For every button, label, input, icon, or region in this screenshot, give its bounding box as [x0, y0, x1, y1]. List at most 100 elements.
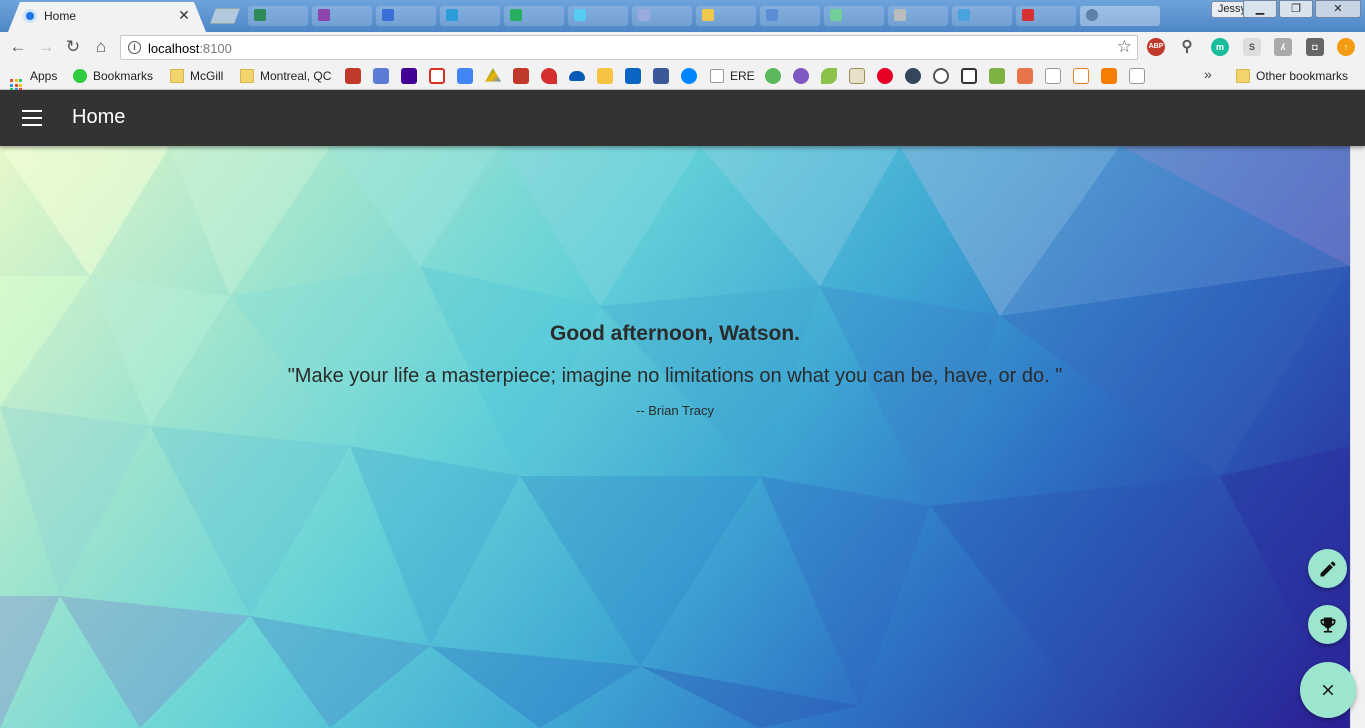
address-bar[interactable]: i localhost:8100 ☆ [120, 35, 1138, 60]
bookmark-bookmarks[interactable]: Bookmarks [73, 67, 153, 85]
tab-strip: Home ✕ Jessy ▁ ❐ ✕ [0, 0, 1365, 32]
folder-icon [1236, 69, 1250, 83]
background-tab[interactable] [1016, 6, 1076, 26]
bookmark-folder-montreal[interactable]: Montreal, QC [240, 67, 331, 85]
google-drive-icon[interactable] [485, 68, 501, 82]
leaf-icon[interactable] [821, 68, 837, 84]
address-url: localhost:8100 [148, 41, 232, 56]
bookmark-label: Bookmarks [93, 69, 154, 83]
bookmark-label: ERE [730, 69, 755, 83]
back-arrow-icon[interactable]: ← [8, 37, 28, 57]
background-tab[interactable] [952, 6, 1012, 26]
app-favicon-icon [23, 9, 37, 23]
background-tab[interactable] [440, 6, 500, 26]
trophy-icon [1320, 617, 1335, 632]
background-tab[interactable] [568, 6, 628, 26]
heart-bookmark-icon [73, 69, 87, 83]
keep-icon[interactable] [597, 68, 613, 84]
window-close-button[interactable]: ✕ [1315, 0, 1361, 18]
window-controls: ▁ ❐ ✕ [1243, 0, 1361, 20]
orange-extension-icon[interactable]: ↑ [1337, 38, 1355, 56]
background-tab[interactable] [248, 6, 308, 26]
bookmark-apps-label: Apps [30, 69, 58, 83]
achievements-fab-button[interactable] [1308, 605, 1347, 644]
page-icon[interactable] [1045, 68, 1061, 84]
bookmark-label: Other bookmarks [1256, 69, 1349, 83]
onedrive-icon[interactable] [569, 71, 585, 81]
page-title: Home [72, 106, 126, 128]
bookmark-other[interactable]: Other bookmarks [1236, 67, 1348, 85]
c-bracket-icon[interactable] [961, 68, 977, 84]
page-scrollbar[interactable] [1350, 146, 1365, 728]
mcgill-shield-icon[interactable] [345, 68, 361, 84]
background-tab[interactable] [1080, 6, 1160, 26]
page-icon [710, 69, 724, 83]
background-tab[interactable] [824, 6, 884, 26]
blogger-icon[interactable] [1101, 68, 1117, 84]
browser-toolbar: ← → ↻ ⌂ i localhost:8100 ☆ ABP ⚲ m S ʎ ◘… [0, 32, 1365, 62]
background-tab[interactable] [376, 6, 436, 26]
pinterest-icon[interactable] [877, 68, 893, 84]
magnifier-extension-icon[interactable]: ⚲ [1178, 38, 1196, 56]
green-badge-icon[interactable] [989, 68, 1005, 84]
menu-icon[interactable] [22, 110, 42, 126]
bookmark-apps[interactable]: Apps [10, 67, 58, 91]
bookmark-folder-mcgill[interactable]: McGill [170, 67, 223, 85]
frog-icon[interactable] [765, 68, 781, 84]
pencil-icon [1320, 560, 1336, 576]
bookmarks-overflow-icon[interactable]: » [1204, 66, 1212, 82]
background-tab[interactable] [504, 6, 564, 26]
home-icon[interactable]: ⌂ [91, 37, 111, 57]
background-tab[interactable] [312, 6, 372, 26]
mcgill-shield-icon[interactable] [513, 68, 529, 84]
background-tab[interactable] [696, 6, 756, 26]
url-host: localhost [148, 41, 200, 56]
s-extension-icon[interactable]: S [1243, 38, 1261, 56]
folder-icon [240, 69, 254, 83]
gray-extension-icon[interactable]: ʎ [1274, 38, 1292, 56]
quote-text: "Make your life a masterpiece; imagine n… [287, 365, 1063, 387]
site-info-icon[interactable]: i [128, 41, 141, 54]
tab-close-icon[interactable]: ✕ [176, 7, 192, 24]
low-poly-background [0, 146, 1350, 728]
bookmark-star-icon[interactable]: ☆ [1117, 37, 1132, 57]
url-port: :8100 [199, 41, 232, 56]
bird-icon[interactable] [541, 68, 557, 84]
background-tab[interactable] [632, 6, 692, 26]
tab-home[interactable]: Home ✕ [8, 2, 206, 32]
goodreads-icon[interactable] [849, 68, 865, 84]
m-extension-icon[interactable]: m [1211, 38, 1229, 56]
adblock-extension-icon[interactable]: ABP [1147, 38, 1165, 56]
messenger-icon[interactable] [681, 68, 697, 84]
close-fab-button[interactable] [1300, 662, 1356, 718]
calendar-icon[interactable] [457, 68, 473, 84]
facebook-icon[interactable] [653, 68, 669, 84]
tumblr-icon[interactable] [905, 68, 921, 84]
forward-arrow-icon[interactable]: → [36, 37, 56, 57]
minimize-button[interactable]: ▁ [1243, 0, 1277, 18]
tab-title: Home [44, 9, 77, 23]
app-header: Home [0, 90, 1365, 146]
page-icon[interactable] [1129, 68, 1145, 84]
java-icon[interactable] [1073, 68, 1089, 84]
bookmarks-bar: Apps Bookmarks McGill Montreal, QC ERE »… [0, 62, 1365, 91]
linkedin-icon[interactable] [625, 68, 641, 84]
background-tab[interactable] [888, 6, 948, 26]
reddit-icon[interactable] [933, 68, 949, 84]
edit-fab-button[interactable] [1308, 549, 1347, 588]
m-circle-icon[interactable] [793, 68, 809, 84]
bookmark-label: McGill [190, 69, 224, 83]
home-content: Good afternoon, Watson. "Make your life … [0, 146, 1350, 728]
gmail-icon[interactable] [429, 68, 445, 84]
quote-author: -- Brian Tracy [635, 403, 714, 418]
background-tab[interactable] [760, 6, 820, 26]
bookmark-label: Montreal, QC [260, 69, 332, 83]
folder-icon [170, 69, 184, 83]
camera-extension-icon[interactable]: ◘ [1306, 38, 1324, 56]
plus-cross-icon[interactable] [1017, 68, 1033, 84]
bookmark-ere[interactable]: ERE [710, 67, 755, 85]
reload-icon[interactable]: ↻ [63, 37, 83, 57]
blue-square-icon[interactable] [373, 68, 389, 84]
yahoo-icon[interactable] [401, 68, 417, 84]
restore-button[interactable]: ❐ [1279, 0, 1313, 18]
